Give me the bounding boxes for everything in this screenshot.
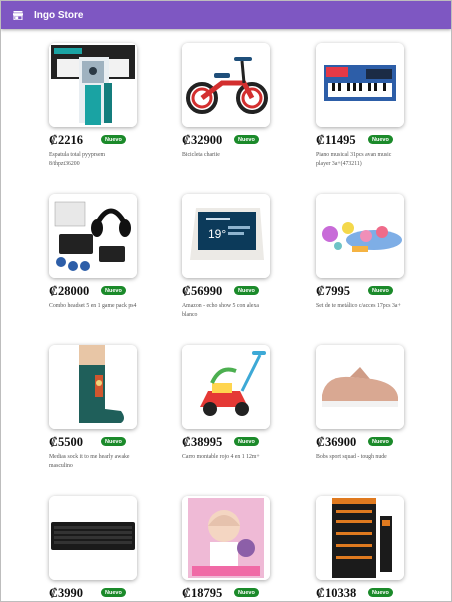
product-price: ₡56990	[182, 284, 223, 298]
product-price: ₡38995	[182, 435, 223, 449]
product-image[interactable]	[316, 194, 404, 278]
product-name[interactable]: Bobs sport squad - tough nude	[316, 453, 404, 462]
product-image[interactable]	[49, 345, 137, 429]
product-price: ₡32900	[182, 133, 223, 147]
product-price: ₡10338	[316, 586, 357, 600]
new-badge: Nuevo	[234, 286, 259, 295]
product-image[interactable]	[49, 43, 137, 127]
new-badge: Nuevo	[234, 588, 259, 597]
product-image[interactable]	[182, 496, 270, 580]
product-image[interactable]	[182, 43, 270, 127]
new-badge: Nuevo	[101, 437, 126, 446]
product-price: ₡3990	[49, 586, 84, 600]
new-badge: Nuevo	[234, 437, 259, 446]
product-name[interactable]: Set de te metálico c/acces 17pcs 3a+	[316, 302, 404, 311]
product-price: ₡18795	[182, 586, 223, 600]
product-name[interactable]: Piano musical 31pcs avan music player 3a…	[316, 151, 404, 168]
app-frame: Ingo Store ₡2216 Nuevo Espatula total py…	[0, 0, 452, 602]
product-name[interactable]: Amazon - echo show 5 con alexa blanco	[182, 302, 270, 319]
new-badge: Nuevo	[368, 286, 393, 295]
new-badge: Nuevo	[101, 588, 126, 597]
new-badge: Nuevo	[368, 437, 393, 446]
product-image[interactable]	[182, 345, 270, 429]
new-badge: Nuevo	[101, 135, 126, 144]
product-price: ₡28000	[49, 284, 90, 298]
product-price: ₡2216	[49, 133, 84, 147]
product-price: ₡5500	[49, 435, 84, 449]
app-title: Ingo Store	[34, 9, 84, 21]
product-image[interactable]	[49, 496, 137, 580]
product-image[interactable]	[316, 43, 404, 127]
product-image[interactable]	[316, 345, 404, 429]
product-image[interactable]	[316, 496, 404, 580]
app-bar: Ingo Store	[1, 1, 451, 29]
new-badge: Nuevo	[368, 135, 393, 144]
product-name[interactable]: Espatula total pyyprsem 8/thpzt36200	[49, 151, 137, 168]
product-price: ₡7995	[316, 284, 351, 298]
product-image[interactable]: 19°	[182, 194, 270, 278]
echo-temp: 19°	[208, 227, 226, 241]
product-image[interactable]	[49, 194, 137, 278]
product-name[interactable]: Combo headset 5 en 1 game pack ps4	[49, 302, 137, 311]
new-badge: Nuevo	[234, 135, 259, 144]
new-badge: Nuevo	[368, 588, 393, 597]
product-price: ₡36900	[316, 435, 357, 449]
product-name[interactable]: Bicicleta chariie	[182, 151, 270, 160]
product-name[interactable]: Medias sock it to me hearly awake mascul…	[49, 453, 137, 470]
store-icon	[13, 10, 23, 20]
product-name[interactable]: Carro montable rojo 4 en 1 12m+	[182, 453, 270, 462]
product-price: ₡11495	[316, 133, 356, 147]
new-badge: Nuevo	[101, 286, 126, 295]
